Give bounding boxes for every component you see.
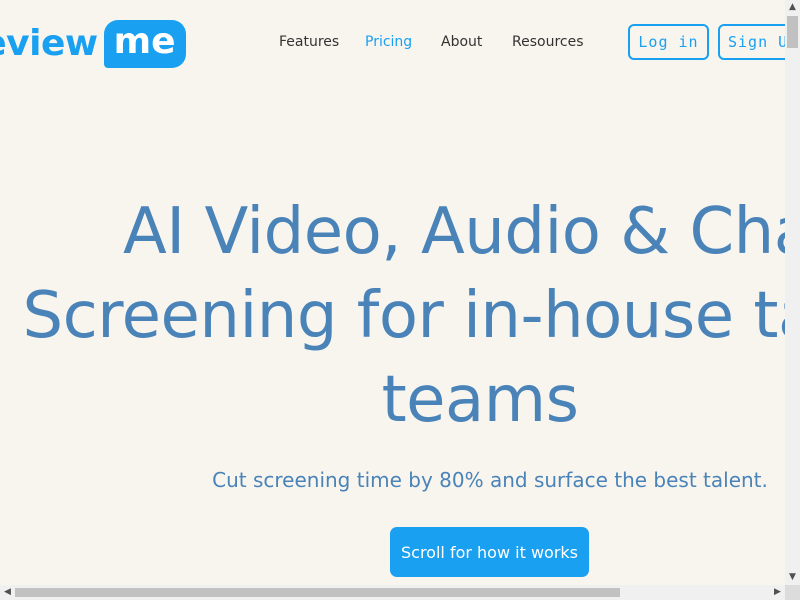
hero-title-line-3: teams bbox=[381, 363, 579, 437]
scroll-up-icon[interactable]: ▲ bbox=[785, 0, 800, 15]
scroll-left-icon[interactable]: ◀ bbox=[0, 585, 15, 600]
hero-title-line-2: Screening for in-house talent bbox=[22, 279, 785, 353]
signup-button[interactable]: Sign Up bbox=[718, 24, 785, 60]
logo-badge: me bbox=[103, 20, 186, 68]
logo-text: review bbox=[0, 23, 98, 64]
scroll-down-icon[interactable]: ▼ bbox=[785, 570, 800, 585]
vertical-scrollbar[interactable]: ▲ ▼ bbox=[785, 0, 800, 585]
hero-title: AI Video, Audio & Chat Screening for in-… bbox=[0, 190, 785, 442]
nav-pricing[interactable]: Pricing bbox=[365, 34, 412, 50]
hero-title-line-1: AI Video, Audio & Chat bbox=[122, 195, 785, 269]
horizontal-scrollbar[interactable]: ◀ ▶ bbox=[0, 585, 785, 600]
logo[interactable]: review me bbox=[0, 20, 186, 68]
horizontal-scroll-thumb[interactable] bbox=[15, 588, 620, 597]
hero-subtitle: Cut screening time by 80% and surface th… bbox=[212, 468, 768, 492]
nav-features[interactable]: Features bbox=[279, 34, 339, 50]
scroll-how-it-works-button[interactable]: Scroll for how it works bbox=[390, 527, 589, 577]
page-viewport: review me Features Pricing About Resourc… bbox=[0, 0, 785, 585]
nav-about[interactable]: About bbox=[441, 34, 482, 50]
scrollbar-corner bbox=[785, 585, 800, 600]
scroll-right-icon[interactable]: ▶ bbox=[770, 585, 785, 600]
nav-resources[interactable]: Resources bbox=[512, 34, 584, 50]
vertical-scroll-thumb[interactable] bbox=[787, 16, 798, 48]
login-button[interactable]: Log in bbox=[628, 24, 709, 60]
